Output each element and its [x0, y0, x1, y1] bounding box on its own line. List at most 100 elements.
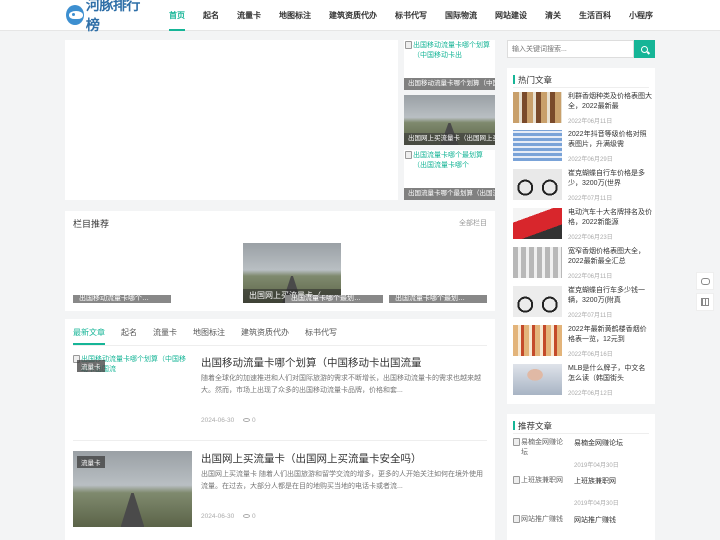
recommend-title[interactable]: 网站推广赚钱 [574, 515, 616, 525]
article-date: 2024-06-30 [201, 417, 235, 424]
category-badge[interactable]: 流量卡 [77, 360, 105, 372]
floating-toolbar [696, 272, 714, 314]
article-thumb[interactable] [513, 169, 562, 200]
hot-item[interactable]: 宽窄香烟价格表图大全，2022最新最全汇总 2022年06月11日 [513, 245, 651, 281]
eye-icon [243, 418, 250, 423]
divider [73, 345, 487, 346]
article-thumb[interactable] [513, 325, 562, 356]
logo-text: 河豚排行榜 [85, 0, 141, 34]
nav-bid-writing[interactable]: 标书代写 [386, 0, 436, 31]
hot-item[interactable]: 2022年最新黄鹤楼香烟价格表一览，12元到 2022年06月16日 [513, 323, 651, 359]
thumb-alt-text: 网站推广赚钱 [521, 516, 563, 523]
slider-side-thumbs: 出国移动流量卡哪个划算（中国移动卡出 出国移动流量卡哪个划算（中国移 出国网上买… [404, 40, 495, 205]
divider [513, 433, 649, 434]
article-excerpt: 随着全球化的加速推进和人们对国际旅游的需求不断增长，出国移动流量卡的需求也越来越… [201, 375, 481, 394]
search-box [507, 40, 655, 58]
article-thumb[interactable]: 流量卡 [73, 451, 192, 527]
latest-articles: 最新文章 起名 流量卡 地图标注 建筑资质代办 标书代写 出国移动流量卡哪个划算… [65, 319, 495, 540]
article-thumb[interactable] [513, 92, 562, 123]
recommend-date: 2019年04月30日 [574, 463, 619, 469]
article-thumb[interactable] [513, 130, 562, 161]
all-categories-link[interactable]: 全部栏目 [459, 218, 487, 228]
article-thumb[interactable]: 出国移动流量卡哪个划算（中国移动卡出国流 流量卡 [73, 355, 192, 431]
category-badge[interactable]: 流量卡 [77, 456, 105, 468]
tab-construction[interactable]: 建筑资质代办 [241, 327, 289, 345]
nav-customs[interactable]: 清关 [536, 0, 570, 31]
hot-item[interactable]: 利群香烟种类及价格表图大全，2022最新最 2022年06月11日 [513, 90, 652, 126]
view-count: 0 [252, 513, 256, 520]
nav-mini-program[interactable]: 小程序 [620, 0, 662, 31]
nav-life-wiki[interactable]: 生活百科 [570, 0, 620, 31]
side-thumb[interactable]: 出国移动流量卡哪个划算（中国移动卡出 出国移动流量卡哪个划算（中国移 [404, 40, 495, 90]
tab-latest[interactable]: 最新文章 [73, 327, 105, 345]
tab-naming[interactable]: 起名 [121, 327, 137, 345]
broken-image-icon [405, 41, 412, 49]
tab-bid-writing[interactable]: 标书代写 [305, 327, 337, 345]
search-input[interactable] [507, 40, 634, 58]
side-thumb[interactable]: 出国流量卡哪个最划算（出国流量卡哪个 出国流量卡哪个最划算（出国流量 [404, 150, 495, 200]
main-slider[interactable] [65, 40, 398, 200]
site-logo[interactable]: 河豚排行榜 [66, 0, 146, 34]
qrcode-button[interactable] [696, 293, 714, 311]
hot-date: 2022年07月11日 [568, 196, 613, 202]
recommend-title[interactable]: 易楠金网赚论坛 [574, 438, 623, 448]
hot-title[interactable]: MLB是什么牌子，中文名怎么读（韩国街头 [568, 364, 652, 384]
rec-card[interactable]: 出国移动流量卡哪个… [73, 295, 171, 303]
dolphin-logo-icon [66, 5, 84, 25]
side-thumb[interactable]: 出国网上买流量卡（出国网上买 [404, 95, 495, 145]
article-thumb[interactable] [513, 247, 562, 278]
broken-image-icon [513, 476, 520, 484]
recommend-date: 2019年04月30日 [574, 501, 619, 507]
hot-item[interactable]: 崔克蝴蝶自行车价格是多少，3200万(世界 2022年07月11日 [513, 167, 651, 203]
hot-title[interactable]: 崔克蝴蝶自行车价格是多少，3200万(世界 [568, 169, 652, 189]
recommend-item[interactable]: 易楠金网赚论坛 易楠金网赚论坛 2019年04月30日 [513, 438, 651, 469]
article-thumb[interactable] [513, 364, 562, 395]
article-item[interactable]: 出国移动流量卡哪个划算（中国移动卡出国流 流量卡 出国移动流量卡哪个划算（中国移… [73, 355, 487, 435]
chat-icon [700, 277, 710, 285]
recommend-item[interactable]: 网站推广赚钱 网站推广赚钱 [513, 515, 651, 540]
article-title[interactable]: 出国移动流量卡哪个划算（中国移动卡出国流量 [201, 355, 422, 370]
recommended-articles: 推荐文章 易楠金网赚论坛 易楠金网赚论坛 2019年04月30日 上班族兼职网 … [507, 414, 655, 540]
article-excerpt: 出国网上买流量卡 随着人们出国旅游和留学交流的增多，更多的人开始关注如何在境外使… [201, 471, 483, 490]
article-item[interactable]: 流量卡 出国网上买流量卡（出国网上买流量卡安全吗） 出国网上买流量卡 随着人们出… [73, 451, 487, 531]
nav-home[interactable]: 首页 [160, 0, 194, 31]
thumb-alt-text: 出国流量卡哪个最划算（出国流量卡哪个 [413, 152, 483, 169]
hot-item[interactable]: 2022年抖音等级价格对照表图片，升满级需 2022年06月29日 [513, 128, 651, 164]
hot-item[interactable]: 电动汽车十大名牌排名及价格，2022新能源 2022年06月23日 [513, 206, 652, 242]
category-recommend: 栏目推荐 全部栏目 出国移动流量卡哪个… 出国网上买流量卡（… 出国流量卡哪个最… [65, 211, 495, 311]
hot-title[interactable]: 崔克蝴蝶自行车多少钱一辆，3200万(附真 [568, 286, 652, 306]
hot-title[interactable]: 宽窄香烟价格表图大全，2022最新最全汇总 [568, 247, 652, 267]
tab-map-marking[interactable]: 地图标注 [193, 327, 225, 345]
article-thumb[interactable] [513, 286, 562, 317]
hot-date: 2022年06月16日 [568, 352, 613, 358]
article-date: 2024-06-30 [201, 513, 235, 520]
nav-web-build[interactable]: 网站建设 [486, 0, 536, 31]
hot-title[interactable]: 2022年抖音等级价格对照表图片，升满级需 [568, 130, 652, 150]
article-thumb[interactable] [513, 208, 562, 239]
nav-logistics[interactable]: 国际物流 [436, 0, 486, 31]
hot-item[interactable]: 崔克蝴蝶自行车多少钱一辆，3200万(附真 2022年07月11日 [513, 284, 651, 320]
recommend-item[interactable]: 上班族兼职网 上班族兼职网 2019年04月30日 [513, 476, 651, 507]
hot-item[interactable]: MLB是什么牌子，中文名怎么读（韩国街头 2022年06月12日 [513, 362, 651, 398]
rec-card[interactable]: 出国流量卡哪个最划… [285, 295, 383, 303]
hot-title[interactable]: 利群香烟种类及价格表图大全，2022最新最 [568, 92, 652, 112]
section-title: 推荐文章 [513, 420, 552, 432]
nav-construction-license[interactable]: 建筑资质代办 [320, 0, 386, 31]
hot-title[interactable]: 2022年最新黄鹤楼香烟价格表一览，12元到 [568, 325, 652, 345]
rec-card-featured[interactable]: 出国网上买流量卡（… [243, 243, 341, 303]
search-button[interactable] [634, 40, 655, 58]
tab-sim-card[interactable]: 流量卡 [153, 327, 177, 345]
article-tabs: 最新文章 起名 流量卡 地图标注 建筑资质代办 标书代写 [73, 327, 353, 345]
recommend-title[interactable]: 上班族兼职网 [574, 476, 616, 486]
rec-card[interactable]: 出国流量卡哪个最划… [389, 295, 487, 303]
nav-naming[interactable]: 起名 [194, 0, 228, 31]
hot-title[interactable]: 电动汽车十大名牌排名及价格，2022新能源 [568, 208, 652, 228]
broken-image-icon [513, 438, 520, 446]
hot-date: 2022年06月11日 [568, 119, 613, 125]
chat-button[interactable] [696, 272, 714, 290]
section-title: 栏目推荐 [73, 219, 110, 229]
nav-map-marking[interactable]: 地图标注 [270, 0, 320, 31]
qrcode-icon [701, 298, 709, 306]
nav-sim-card[interactable]: 流量卡 [228, 0, 270, 31]
article-title[interactable]: 出国网上买流量卡（出国网上买流量卡安全吗） [201, 451, 422, 466]
